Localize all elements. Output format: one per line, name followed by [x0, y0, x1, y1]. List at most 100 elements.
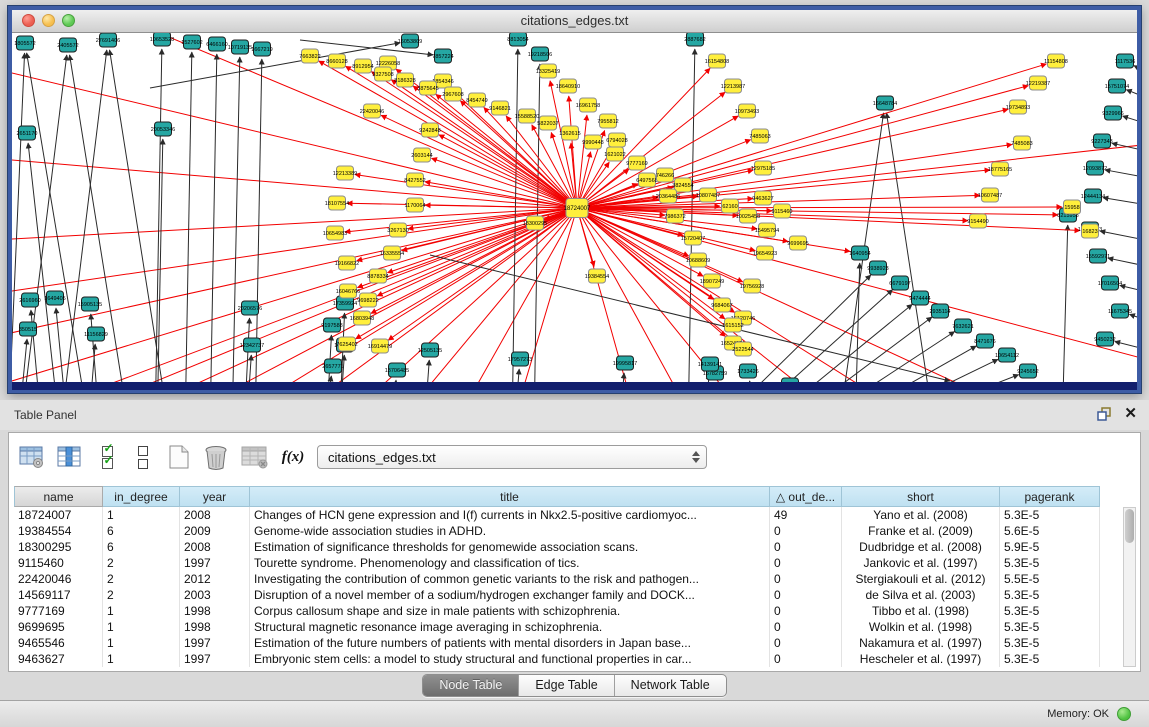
graph-edge[interactable] — [326, 335, 331, 382]
cell-pagerank[interactable]: 5.3E-5 — [1000, 651, 1100, 667]
column-header-in_degree[interactable]: in_degree — [103, 486, 180, 507]
graph-edge[interactable] — [346, 66, 577, 208]
graph-edge[interactable] — [322, 376, 331, 382]
graph-edge[interactable] — [514, 369, 519, 382]
cell-in_degree[interactable]: 6 — [103, 523, 180, 539]
memory-indicator-icon[interactable] — [1117, 707, 1131, 721]
table-scrollbar[interactable] — [1123, 507, 1136, 667]
cell-out_degree[interactable]: 0 — [770, 619, 842, 635]
table-row[interactable]: 1456911722003Disruption of a novel membe… — [14, 587, 1119, 603]
cell-year[interactable]: 1998 — [180, 603, 250, 619]
cell-pagerank[interactable]: 5.6E-5 — [1000, 523, 1100, 539]
graph-edge[interactable] — [577, 208, 1137, 363]
graph-edge[interactable] — [1100, 231, 1137, 243]
graph-edge[interactable] — [1112, 143, 1137, 154]
table-row[interactable]: 2242004622012Investigating the contribut… — [14, 571, 1119, 587]
cell-short[interactable]: Nakamura et al. (1997) — [842, 635, 1000, 651]
cell-out_degree[interactable]: 0 — [770, 651, 842, 667]
cell-year[interactable]: 1998 — [180, 619, 250, 635]
cell-title[interactable]: Embryonic stem cells: a model to study s… — [250, 651, 770, 667]
cell-out_degree[interactable]: 0 — [770, 539, 842, 555]
cell-year[interactable]: 2008 — [180, 507, 250, 523]
new-document-icon[interactable] — [167, 444, 191, 470]
graph-edge[interactable] — [347, 203, 577, 208]
cell-year[interactable]: 1997 — [180, 651, 250, 667]
graph-edge[interactable] — [1105, 170, 1137, 180]
graph-edge[interactable] — [31, 310, 42, 382]
network-canvas[interactable]: 1805572240557227691406106535281527602646… — [12, 33, 1137, 382]
cell-name[interactable]: 9463627 — [14, 651, 103, 667]
cell-short[interactable]: Yano et al. (2008) — [842, 507, 1000, 523]
select-all-icon[interactable] — [95, 444, 119, 470]
cell-out_degree[interactable]: 0 — [770, 555, 842, 571]
graph-edge[interactable] — [1062, 225, 1068, 382]
cell-title[interactable]: Investigating the contribution of common… — [250, 571, 770, 587]
graph-edge[interactable] — [800, 331, 955, 382]
cell-out_degree[interactable]: 0 — [770, 571, 842, 587]
graph-edge[interactable] — [1134, 66, 1137, 79]
table-options-icon[interactable] — [19, 444, 45, 470]
graph-edge[interactable] — [355, 174, 577, 208]
graph-edge[interactable] — [91, 314, 100, 382]
cell-name[interactable]: 19384554 — [14, 523, 103, 539]
tab-edge-table[interactable]: Edge Table — [518, 675, 613, 696]
table-row[interactable]: 1872400712008Changes of HCN gene express… — [14, 507, 1119, 523]
cell-year[interactable]: 2012 — [180, 571, 250, 587]
cell-in_degree[interactable]: 2 — [103, 555, 180, 571]
cell-out_degree[interactable]: 0 — [770, 635, 842, 651]
cell-in_degree[interactable]: 6 — [103, 539, 180, 555]
graph-edge[interactable] — [1115, 341, 1137, 353]
cell-short[interactable]: Stergiakouli et al. (2012) — [842, 571, 1000, 587]
column-header-year[interactable]: year — [180, 486, 250, 507]
graph-edge[interactable] — [1108, 258, 1137, 269]
graph-edge[interactable] — [56, 308, 68, 382]
table-row[interactable]: 1938455462009Genome-wide association stu… — [14, 523, 1119, 539]
cell-year[interactable]: 2003 — [180, 587, 250, 603]
cell-title[interactable]: Genome-wide association studies in ADHD. — [250, 523, 770, 539]
cell-year[interactable]: 1997 — [180, 555, 250, 571]
cell-name[interactable]: 18300295 — [14, 539, 103, 555]
cell-out_degree[interactable]: 0 — [770, 587, 842, 603]
cell-name[interactable]: 9465546 — [14, 635, 103, 651]
scrollbar-thumb[interactable] — [1125, 509, 1134, 543]
graph-edge[interactable] — [30, 208, 577, 382]
column-header-out_degree[interactable]: △ out_de... — [770, 486, 842, 507]
table-select-combo[interactable]: citations_edges.txt — [317, 445, 707, 469]
cell-title[interactable]: Disruption of a novel member of a sodium… — [250, 587, 770, 603]
cell-short[interactable]: Hescheler et al. (1997) — [842, 651, 1000, 667]
graph-edge[interactable] — [12, 153, 577, 208]
graph-edge[interactable] — [869, 375, 1019, 382]
cell-pagerank[interactable]: 5.9E-5 — [1000, 539, 1100, 555]
cell-pagerank[interactable]: 5.3E-5 — [1000, 619, 1100, 635]
column-header-pagerank[interactable]: pagerank — [1000, 486, 1100, 507]
cell-name[interactable]: 22420046 — [14, 571, 103, 587]
cell-in_degree[interactable]: 1 — [103, 619, 180, 635]
graph-edge[interactable] — [846, 359, 998, 382]
cell-title[interactable]: Changes of HCN gene expression and I(f) … — [250, 507, 770, 523]
graph-edge[interactable] — [210, 54, 217, 382]
graph-edge[interactable] — [371, 72, 577, 208]
graph-edge[interactable] — [439, 135, 577, 208]
cell-year[interactable]: 2008 — [180, 539, 250, 555]
graph-edge[interactable] — [185, 52, 192, 382]
cell-title[interactable]: Structural magnetic resonance image aver… — [250, 619, 770, 635]
cell-short[interactable]: Dudbridge et al. (2008) — [842, 539, 1000, 555]
cell-name[interactable]: 9699695 — [14, 619, 103, 635]
table-row[interactable]: 1830029562008Estimation of significance … — [14, 539, 1119, 555]
cell-out_degree[interactable]: 0 — [770, 523, 842, 539]
cell-short[interactable]: de Silva et al. (2003) — [842, 587, 1000, 603]
column-header-name[interactable]: name — [14, 486, 103, 507]
graph-edge[interactable] — [88, 344, 95, 382]
graph-edge[interactable] — [569, 96, 577, 208]
graph-node[interactable] — [782, 378, 799, 382]
cell-in_degree[interactable]: 1 — [103, 603, 180, 619]
graph-edge[interactable] — [255, 59, 262, 382]
graph-edge[interactable] — [391, 380, 396, 382]
cell-pagerank[interactable]: 5.3E-5 — [1000, 555, 1100, 571]
cell-name[interactable]: 18724007 — [14, 507, 103, 523]
window-titlebar[interactable]: citations_edges.txt — [12, 10, 1137, 33]
delete-table-icon[interactable] — [241, 444, 269, 470]
trash-icon[interactable] — [203, 444, 229, 470]
cell-short[interactable]: Tibbo et al. (1998) — [842, 603, 1000, 619]
table-row[interactable]: 946362711997Embryonic stem cells: a mode… — [14, 651, 1119, 667]
